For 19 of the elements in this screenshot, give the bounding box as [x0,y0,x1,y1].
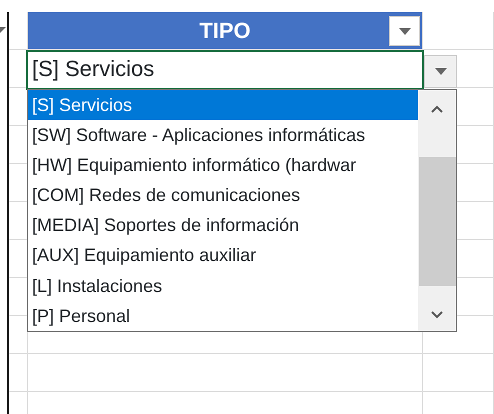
caret-icon [434,68,446,75]
scroll-down-icon[interactable] [431,311,443,319]
scroll-up-icon[interactable] [431,105,443,113]
caret-icon [398,28,410,34]
filter-arrow-icon[interactable] [0,27,6,35]
list-item[interactable]: [S] Servicios [28,90,418,120]
scroll-thumb[interactable] [418,157,456,286]
list-item[interactable]: [COM] Redes de comunicaciones [28,180,418,210]
scrollbar[interactable] [418,90,456,331]
list-item[interactable]: [AUX] Equipamiento auxiliar [28,240,418,271]
list-item[interactable]: [HW] Equipamiento informático (hardwar [28,150,418,180]
column-header: TIPO [199,17,251,45]
list-item[interactable]: [L] Instalaciones [28,270,418,301]
list-item[interactable]: [P] Personal [28,300,418,331]
dropdown-button[interactable] [424,55,457,88]
list-item[interactable]: [MEDIA] Soportes de información [28,210,418,240]
filter-button[interactable] [389,16,420,46]
list-item[interactable]: [SW] Software - Aplicaciones informáticas [28,120,418,150]
selected-cell[interactable]: [S] Servicios [26,50,424,90]
